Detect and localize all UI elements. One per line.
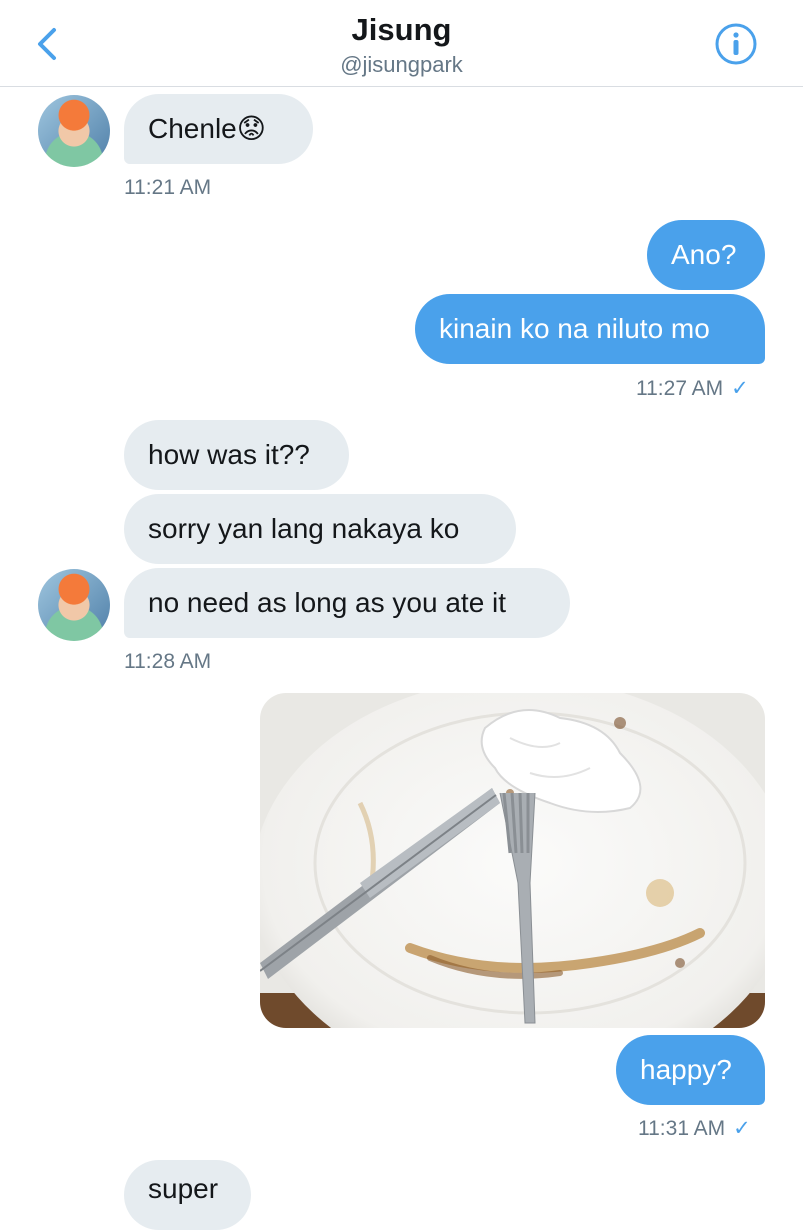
info-icon[interactable] [714, 22, 758, 66]
conversation-title: Jisung [351, 12, 452, 47]
message-bubble-outgoing[interactable]: kinain ko na niluto mo [415, 294, 765, 364]
conversation-handle: @jisungpark [340, 52, 463, 77]
message-timestamp-row: 11:27 AM ✓ [636, 376, 749, 401]
message-timestamp-row: 11:31 AM ✓ [638, 1116, 751, 1141]
message-bubble-outgoing[interactable]: Ano? [647, 220, 765, 290]
message-bubble-incoming[interactable]: super [124, 1160, 251, 1230]
checkmark-icon: ✓ [731, 377, 749, 400]
message-timestamp: 11:27 AM [636, 377, 724, 400]
message-bubble-incoming[interactable]: Chenle😟 [124, 94, 313, 164]
message-photo-empty-plate[interactable] [260, 693, 765, 1028]
message-timestamp: 11:28 AM [124, 650, 212, 673]
conversation-header: Jisung @jisungpark [0, 0, 803, 87]
message-timestamp: 11:31 AM [638, 1117, 726, 1140]
message-timestamp: 11:21 AM [124, 176, 212, 199]
message-bubble-incoming[interactable]: how was it?? [124, 420, 349, 490]
avatar[interactable] [38, 569, 110, 641]
message-bubble-incoming[interactable]: no need as long as you ate it [124, 568, 570, 638]
message-bubble-incoming[interactable]: sorry yan lang nakaya ko [124, 494, 516, 564]
avatar[interactable] [38, 95, 110, 167]
message-bubble-outgoing[interactable]: happy? [616, 1035, 765, 1105]
checkmark-icon: ✓ [733, 1117, 751, 1140]
